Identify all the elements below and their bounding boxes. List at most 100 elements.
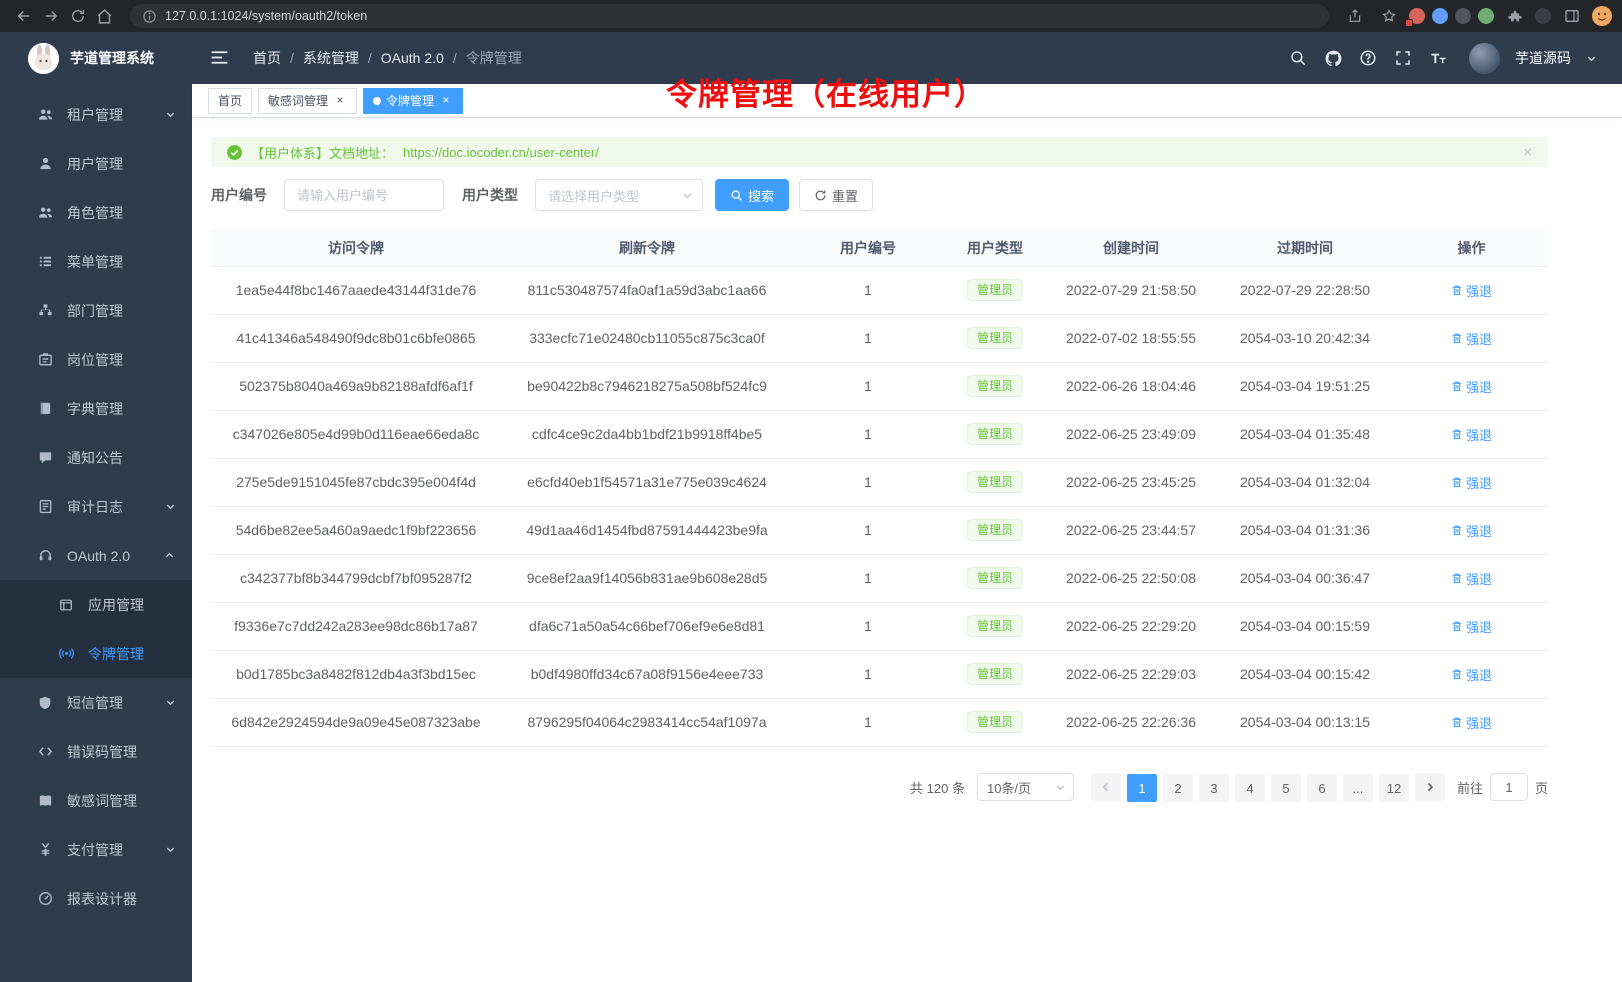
back-icon[interactable] [10,3,37,29]
breadcrumb-separator: / [368,50,372,66]
user-avatar[interactable] [1469,43,1500,74]
refresh-icon[interactable] [64,3,91,29]
tab-close-icon[interactable]: × [439,94,453,108]
force-logout-button[interactable]: 强退 [1451,377,1492,396]
page-button-12[interactable]: 12 [1379,774,1409,802]
force-logout-button[interactable]: 强退 [1451,617,1492,636]
force-logout-button[interactable]: 强退 [1451,713,1492,732]
next-page-button[interactable] [1415,773,1445,801]
refresh-token-cell: cdfc4ce9c2da4bb1bdf21b9918ff4be5 [501,410,793,458]
user-id-cell: 1 [793,698,943,746]
sidebar-item-post[interactable]: 岗位管理 [0,335,192,384]
fullscreen-icon[interactable] [1393,48,1413,68]
url-text: 127.0.0.1:1024/system/oauth2/token [165,9,367,23]
chevron-down-icon [164,697,176,708]
force-logout-button[interactable]: 强退 [1451,569,1492,588]
submenu-oauth2: 应用管理令牌管理 [0,580,192,678]
refresh-token-cell: 9ce8ef2aa9f14056b831ae9b608e28d5 [501,554,793,602]
page-button-5[interactable]: 5 [1271,774,1301,802]
sidebar-item-label: 岗位管理 [67,350,123,370]
extension-icon-paw[interactable] [1535,8,1551,24]
extension-icon-dark[interactable] [1455,8,1471,24]
tab-sensitive-word[interactable]: 敏感词管理× [258,88,357,114]
sidebar-item-report[interactable]: 报表设计器 [0,874,192,923]
force-logout-button[interactable]: 强退 [1451,521,1492,540]
sidebar-item-label: 应用管理 [88,595,144,615]
delete-icon [1451,428,1463,440]
share-icon[interactable] [1341,3,1368,29]
address-bar[interactable]: 127.0.0.1:1024/system/oauth2/token [130,4,1329,28]
force-logout-button[interactable]: 强退 [1451,425,1492,444]
side-panel-icon[interactable] [1558,3,1585,29]
alert-close-icon[interactable]: × [1523,144,1532,161]
breadcrumb-item[interactable]: 系统管理 [303,48,359,68]
user-id-label: 用户编号 [211,185,267,205]
sidebar-item-sms[interactable]: 短信管理 [0,678,192,727]
broadcast-icon [58,646,74,661]
page-more-button[interactable]: ... [1343,774,1373,802]
info-icon[interactable] [142,9,157,24]
force-logout-button[interactable]: 强退 [1451,665,1492,684]
profile-avatar[interactable] [1592,6,1612,26]
user-type-badge: 管理员 [967,471,1023,493]
created-time-cell: 2022-06-25 23:49:09 [1047,410,1215,458]
extension-icon-green[interactable] [1478,8,1494,24]
help-icon[interactable] [1358,48,1378,68]
expire-time-cell: 2022-07-29 22:28:50 [1215,266,1395,314]
sidebar-item-token[interactable]: 令牌管理 [0,629,192,678]
sidebar-item-menu[interactable]: 菜单管理 [0,237,192,286]
sidebar-item-label: 用户管理 [67,154,123,174]
sidebar-item-sensitive[interactable]: 敏感词管理 [0,776,192,825]
chevron-down-icon [164,501,176,512]
sidebar-item-dict[interactable]: 字典管理 [0,384,192,433]
app-logo[interactable]: 芋道管理系统 [0,32,192,84]
sidebar-item-user[interactable]: 用户管理 [0,139,192,188]
prev-page-button[interactable] [1091,773,1121,801]
column-header: 用户编号 [793,230,943,266]
force-logout-button[interactable]: 强退 [1451,473,1492,492]
user-name[interactable]: 芋道源码 [1515,48,1571,68]
forward-icon[interactable] [37,3,64,29]
search-icon[interactable] [1288,48,1308,68]
sidebar-item-dept[interactable]: 部门管理 [0,286,192,335]
page-size-select[interactable]: 10条/页 [977,773,1074,801]
page-button-6[interactable]: 6 [1307,774,1337,802]
sidebar-item-errorcode[interactable]: 错误码管理 [0,727,192,776]
page-button-3[interactable]: 3 [1199,774,1229,802]
tab-home[interactable]: 首页 [208,88,252,114]
force-logout-button[interactable]: 强退 [1451,281,1492,300]
page-button-1[interactable]: 1 [1127,774,1157,802]
github-icon[interactable] [1323,48,1343,68]
sidebar-item-label: 租户管理 [67,105,123,125]
breadcrumb-item[interactable]: 首页 [253,48,281,68]
breadcrumb-item[interactable]: OAuth 2.0 [381,50,444,66]
extension-icon-red[interactable] [1409,8,1425,24]
force-logout-button[interactable]: 强退 [1451,329,1492,348]
sidebar-item-label: 审计日志 [67,497,123,517]
list-icon [37,254,53,269]
home-icon[interactable] [91,3,118,29]
page-button-4[interactable]: 4 [1235,774,1265,802]
font-size-icon[interactable] [1428,48,1448,68]
sidebar-item-notice[interactable]: 通知公告 [0,433,192,482]
sidebar-item-audit[interactable]: 审计日志 [0,482,192,531]
sidebar-item-oauth2[interactable]: OAuth 2.0 [0,531,192,580]
sidebar-item-role[interactable]: 角色管理 [0,188,192,237]
bookmark-star-icon[interactable] [1375,3,1402,29]
hamburger-icon[interactable] [209,47,231,69]
reset-button[interactable]: 重置 [799,179,873,211]
user-id-input[interactable] [284,179,444,211]
sidebar-item-pay[interactable]: 支付管理 [0,825,192,874]
extension-icon-blue[interactable] [1432,8,1448,24]
page-button-2[interactable]: 2 [1163,774,1193,802]
access-token-cell: f9336e7c7dd242a283ee98dc86b17a87 [211,602,501,650]
sidebar-item-app[interactable]: 应用管理 [0,580,192,629]
sidebar-item-tenant[interactable]: 租户管理 [0,90,192,139]
goto-page-input[interactable] [1490,773,1528,801]
user-type-select[interactable]: 请选择用户类型 [535,179,703,211]
doc-link[interactable]: https://doc.iocoder.cn/user-center/ [403,145,599,160]
tab-token[interactable]: 令牌管理× [363,88,463,114]
search-button[interactable]: 搜索 [715,179,789,211]
extensions-puzzle-icon[interactable] [1501,3,1528,29]
tab-close-icon[interactable]: × [333,94,347,108]
